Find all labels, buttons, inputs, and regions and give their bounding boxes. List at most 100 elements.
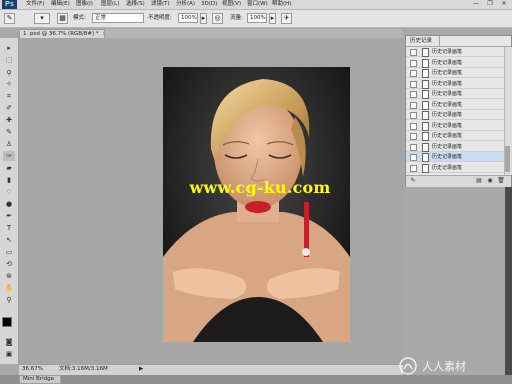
trash-icon[interactable]: 🗑 <box>497 177 505 185</box>
mode-select[interactable]: 正常 <box>92 13 144 23</box>
document-tab[interactable]: 1. psd @ 36.7% (RGB/8#) * × <box>19 29 105 38</box>
menu-image[interactable]: 图像(I) <box>76 1 93 8</box>
clone-stamp-tool-icon[interactable]: ♙ <box>3 139 15 149</box>
history-state-row[interactable]: 历史记录画笔 <box>406 163 504 173</box>
type-tool-icon[interactable]: T <box>3 223 15 233</box>
dodge-tool-icon[interactable]: ● <box>3 199 15 209</box>
history-state-row[interactable]: 历史记录画笔 <box>406 110 504 120</box>
history-state-row[interactable]: 历史记录画笔 <box>406 131 504 141</box>
eyedropper-tool-icon[interactable]: ✐ <box>3 103 15 113</box>
lasso-tool-icon[interactable]: ϙ <box>3 67 15 77</box>
camera-icon[interactable]: ◉ <box>486 177 494 185</box>
move-tool-icon[interactable]: ▸ <box>3 43 15 53</box>
history-source-checkbox[interactable] <box>410 164 417 172</box>
marquee-tool-icon[interactable]: ⬚ <box>3 55 15 65</box>
foreground-color-swatch[interactable] <box>2 317 12 327</box>
history-state-row[interactable]: 历史记录画笔 <box>406 121 504 131</box>
mini-bridge-tab[interactable]: Mini Bridge <box>19 375 61 384</box>
healing-brush-tool-icon[interactable]: ✚ <box>3 115 15 125</box>
zoom-tool-icon[interactable]: ⚲ <box>3 295 15 305</box>
history-source-checkbox[interactable] <box>410 59 417 67</box>
history-state-label: 历史记录画笔 <box>432 143 463 150</box>
history-source-checkbox[interactable] <box>410 133 417 140</box>
status-arrow-icon[interactable]: ▶ <box>139 365 143 374</box>
history-state-row[interactable]: 历史记录画笔 <box>406 100 504 110</box>
portrait-photo[interactable] <box>163 67 350 342</box>
menu-window[interactable]: 窗口(W) <box>247 1 268 8</box>
history-state-row[interactable]: 历史记录画笔 <box>406 68 504 78</box>
history-source-checkbox[interactable] <box>410 49 417 56</box>
eraser-tool-icon[interactable]: ▰ <box>3 163 15 173</box>
opacity-dropdown-icon[interactable]: ▸ <box>200 13 207 24</box>
3d-rotate-tool-icon[interactable]: ⟲ <box>3 259 15 269</box>
history-state-label: 历史记录画笔 <box>432 70 463 76</box>
menu-help[interactable]: 帮助(H) <box>272 1 291 8</box>
menu-edit[interactable]: 编辑(E) <box>51 1 70 8</box>
document-close-icon[interactable]: × <box>102 31 104 37</box>
opacity-input[interactable]: 100% <box>178 13 198 23</box>
history-state-row[interactable]: 历史记录画笔 <box>406 58 504 68</box>
menu-3d[interactable]: 3D(D) <box>201 1 217 8</box>
quick-select-tool-icon[interactable]: ✧ <box>3 79 15 89</box>
document-info: 文档:3.16M/3.16M <box>59 366 108 372</box>
history-state-row[interactable]: 历史记录画笔 <box>406 89 504 99</box>
history-panel-tab[interactable]: 历史记录 <box>406 36 440 46</box>
history-state-row[interactable]: 历史记录画笔 <box>406 79 504 89</box>
path-selection-tool-icon[interactable]: ↖ <box>3 235 15 245</box>
options-bar: ✎ ▾ ▦ 模式: 正常 不透明度: 100% ▸ ◎ 流量: 100% ▸ ✈ <box>0 10 512 28</box>
tool-preset-icon[interactable]: ✎ <box>4 13 15 24</box>
history-source-checkbox[interactable] <box>410 112 417 119</box>
history-source-checkbox[interactable] <box>410 143 417 151</box>
history-source-checkbox[interactable] <box>410 80 417 88</box>
history-scrollbar-thumb[interactable] <box>505 146 510 172</box>
history-brush-tool-icon[interactable]: ✑ <box>3 151 15 161</box>
new-document-from-state-icon[interactable]: ▤ <box>475 177 483 185</box>
blur-tool-icon[interactable]: ♢ <box>3 187 15 197</box>
portrait-illustration <box>163 67 350 342</box>
history-source-checkbox[interactable] <box>410 122 417 130</box>
close-button[interactable]: ✕ <box>498 0 510 8</box>
flow-dropdown-icon[interactable]: ▸ <box>269 13 276 24</box>
history-state-icon <box>422 132 429 141</box>
zoom-level[interactable]: 36.67% <box>22 365 43 374</box>
history-state-label: 历史记录画笔 <box>432 164 463 171</box>
menu-layer[interactable]: 图层(L) <box>101 1 119 8</box>
menu-analysis[interactable]: 分析(A) <box>176 1 195 8</box>
brush-preset-picker[interactable]: ▾ <box>34 13 50 24</box>
airbrush-icon[interactable]: ✈ <box>281 13 292 24</box>
hand-tool-icon[interactable]: ✋ <box>3 283 15 293</box>
history-source-checkbox[interactable] <box>410 91 417 98</box>
history-panel: 历史记录 ✎ ▤ ◉ 🗑 历史记录画笔 历史记录画笔 历史记录画笔 历史记录画笔 历史记… <box>405 35 512 187</box>
crop-tool-icon[interactable]: ⌗ <box>3 91 15 101</box>
menu-view[interactable]: 视图(V) <box>222 1 241 8</box>
history-state-label: 历史记录画笔 <box>432 49 463 55</box>
brush-source-icon[interactable]: ✎ <box>409 177 417 185</box>
quick-mask-icon[interactable]: ◙ <box>3 337 15 347</box>
flow-input[interactable]: 100% <box>247 13 267 23</box>
history-state-row[interactable]: 历史记录画笔 <box>406 152 504 162</box>
opacity-label: 不透明度: <box>148 15 172 21</box>
pressure-opacity-icon[interactable]: ◎ <box>212 13 223 24</box>
brush-panel-icon[interactable]: ▦ <box>57 13 68 24</box>
pen-tool-icon[interactable]: ✒ <box>3 211 15 221</box>
history-source-checkbox[interactable] <box>410 154 417 161</box>
bottom-panel-strip <box>0 375 512 384</box>
screen-mode-icon[interactable]: ▣ <box>3 349 15 359</box>
brush-tool-icon[interactable]: ✎ <box>3 127 15 137</box>
history-state-row[interactable]: 历史记录画笔 <box>406 47 504 57</box>
watermark-text: www.cg-ku.com <box>189 178 331 197</box>
flow-label: 流量: <box>230 15 243 21</box>
history-source-checkbox[interactable] <box>410 101 417 109</box>
restore-button[interactable]: ❐ <box>484 0 496 8</box>
menu-file[interactable]: 文件(F) <box>26 1 44 8</box>
history-state-icon <box>422 142 429 152</box>
minimize-button[interactable]: — <box>470 0 482 8</box>
menu-select[interactable]: 选择(S) <box>126 1 145 8</box>
history-state-row[interactable]: 历史记录画笔 <box>406 142 504 152</box>
history-source-checkbox[interactable] <box>410 70 417 77</box>
history-state-label: 历史记录画笔 <box>432 122 463 129</box>
gradient-tool-icon[interactable]: ▮ <box>3 175 15 185</box>
3d-orbit-tool-icon[interactable]: ⊛ <box>3 271 15 281</box>
menu-filter[interactable]: 滤镜(T) <box>151 1 170 8</box>
shape-tool-icon[interactable]: ▭ <box>3 247 15 257</box>
